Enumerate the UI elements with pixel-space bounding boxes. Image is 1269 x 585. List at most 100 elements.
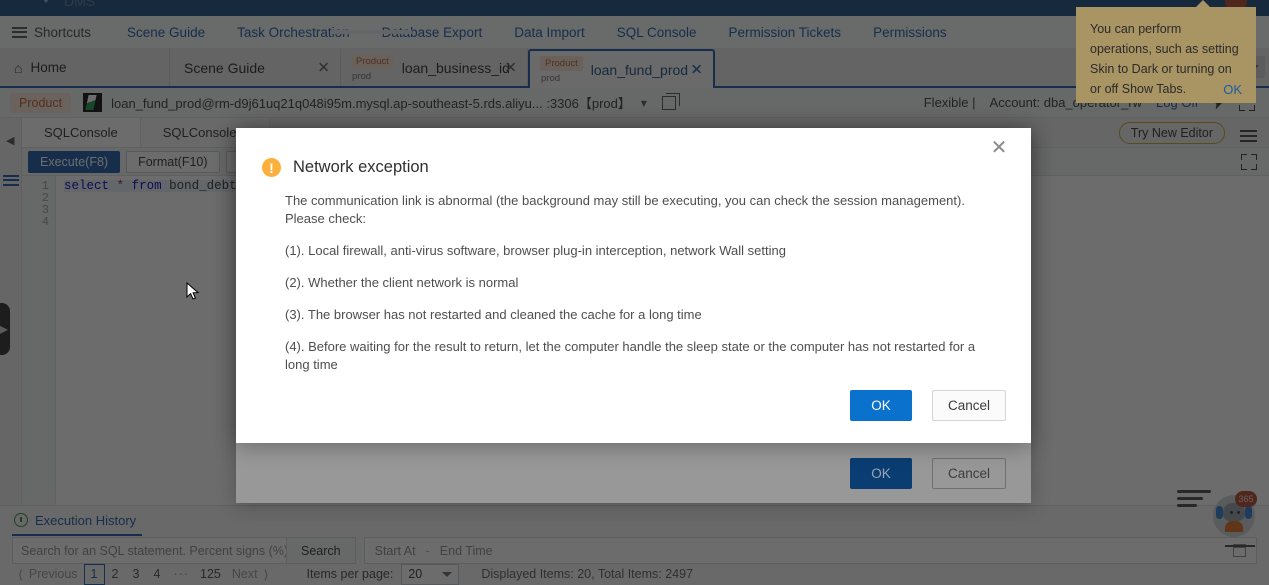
nav-item-data-import[interactable]: Data Import xyxy=(498,25,601,40)
nav-item-scene-guide[interactable]: Scene Guide xyxy=(111,25,221,40)
assistant-lines-decoration xyxy=(1177,486,1211,511)
date-range-picker[interactable]: Start At - End Time xyxy=(363,537,1257,564)
network-exception-dialog: ✕ ! Network exception The communication … xyxy=(236,128,1031,443)
sql-search-input[interactable]: Search for an SQL statement. Percent sig… xyxy=(12,537,287,564)
tooltip-arrow xyxy=(1195,0,1211,8)
dialog-paragraph-1: (1). Local firewall, anti-virus software… xyxy=(285,243,786,258)
format-button[interactable]: Format(F10) xyxy=(126,150,220,173)
next-label: Next xyxy=(231,567,258,581)
cancel-button[interactable]: Cancel xyxy=(932,390,1006,421)
application-window: DMS Shortcuts Scene Guide Task Orchestra… xyxy=(0,0,1269,585)
page-button-last[interactable]: 125 xyxy=(195,564,226,585)
previous-label: Previous xyxy=(28,567,78,581)
skin-settings-tooltip: You can perform operations, such as sett… xyxy=(1076,0,1256,103)
execution-history-label: Execution History xyxy=(35,512,137,528)
tab-home-label: Home xyxy=(30,60,67,75)
connection-mode: Flexible | xyxy=(923,95,976,110)
background-dialog-ok-button[interactable]: OK xyxy=(850,457,912,489)
dialog-paragraph-2: (2). Whether the client network is norma… xyxy=(285,275,519,290)
connection-product-chip: Product xyxy=(10,92,72,113)
editor-fullscreen-icon[interactable] xyxy=(1241,154,1257,170)
assistant-eye-right xyxy=(1237,511,1240,514)
search-button[interactable]: Search xyxy=(287,537,356,564)
warning-icon: ! xyxy=(262,158,281,177)
tab-env-group: Product prod xyxy=(351,53,394,82)
execution-history-filters: Search for an SQL statement. Percent sig… xyxy=(12,537,1257,564)
tab-scene-guide-label: Scene Guide xyxy=(184,59,265,76)
items-per-page-label: Items per page: xyxy=(306,567,394,581)
page-button-4[interactable]: 4 xyxy=(147,564,168,585)
svg-text:DMS: DMS xyxy=(64,0,95,9)
sql-keyword-from: from xyxy=(131,179,162,193)
assistant-body-icon xyxy=(1225,521,1243,532)
page-button-3[interactable]: 3 xyxy=(126,564,147,585)
env-label: prod xyxy=(541,72,561,84)
dialog-paragraph-4: (4). Before waiting for the result to re… xyxy=(285,339,976,372)
tab-loan-fund-prod-label: loan_fund_prod xyxy=(590,61,689,78)
dialog-paragraph-3: (3). The browser has not restarted and c… xyxy=(285,307,702,322)
execution-history-panel: Execution History Search for an SQL stat… xyxy=(0,490,1269,585)
sql-star: * xyxy=(116,179,125,193)
dialog-title: Network exception xyxy=(293,158,429,176)
nav-active-indicator xyxy=(332,30,412,34)
shortcuts-label: Shortcuts xyxy=(34,24,92,40)
nav-item-sql-console[interactable]: SQL Console xyxy=(601,25,713,40)
assistant-eye-left xyxy=(1230,511,1233,514)
close-icon[interactable]: ✕ xyxy=(987,136,1011,160)
range-separator: - xyxy=(425,543,430,558)
line-number-gutter: 1 2 3 4 xyxy=(22,176,56,517)
items-per-page-value: 20 xyxy=(408,567,423,581)
headphone-left-icon xyxy=(1216,506,1223,519)
copy-icon[interactable] xyxy=(661,92,680,110)
tab-loan-fund-prod[interactable]: Product prod loan_fund_prod ✕ xyxy=(528,49,715,88)
pagination: ⟨ Previous 1 2 3 4 ··· 125 Next ⟩ Items … xyxy=(12,563,1257,585)
page-button-1[interactable]: 1 xyxy=(83,563,105,585)
dialog-body: The communication link is abnormal (the … xyxy=(285,192,1001,388)
collapse-left-icon[interactable]: ◀ xyxy=(6,134,14,147)
mouse-cursor xyxy=(186,282,200,300)
dms-logo-icon: DMS xyxy=(34,0,154,16)
pagination-stats: Displayed Items: 20, Total Items: 2497 xyxy=(481,567,694,581)
tab-loan-business-id[interactable]: Product prod loan_business_id ✕ xyxy=(341,49,528,86)
previous-page-button[interactable]: ⟨ Previous xyxy=(12,567,84,582)
chevron-down-icon xyxy=(442,571,453,577)
env-label: prod xyxy=(352,70,372,82)
database-icon xyxy=(83,93,103,112)
close-icon[interactable]: ✕ xyxy=(317,60,330,75)
background-dialog-footer: OK Cancel xyxy=(236,443,1031,503)
execution-history-tab[interactable]: Execution History xyxy=(12,506,143,536)
dialog-footer: OK Cancel xyxy=(850,390,1006,421)
tab-scene-guide[interactable]: Scene Guide ✕ xyxy=(170,49,341,86)
dialog-title-row: ! Network exception xyxy=(262,158,429,177)
assistant-track-decoration xyxy=(1225,545,1255,547)
page-ellipsis: ··· xyxy=(173,567,190,581)
nav-item-permission-tickets[interactable]: Permission Tickets xyxy=(713,25,858,40)
product-chip: Product xyxy=(351,53,394,69)
page-button-2[interactable]: 2 xyxy=(105,564,126,585)
dialog-paragraph-intro: The communication link is abnormal (the … xyxy=(285,193,965,226)
chevron-down-icon[interactable]: ▾ xyxy=(641,96,647,110)
console-tab-sqlconsole[interactable]: SQLConsole xyxy=(22,118,141,147)
execute-button[interactable]: Execute(F8) xyxy=(28,150,121,173)
shortcuts-button[interactable]: Shortcuts xyxy=(12,24,91,40)
close-icon[interactable]: ✕ xyxy=(690,62,703,77)
try-new-editor-button[interactable]: Try New Editor xyxy=(1118,122,1225,144)
headphone-right-icon xyxy=(1245,506,1252,519)
support-assistant-button[interactable]: 365 xyxy=(1213,491,1257,537)
hamburger-icon xyxy=(12,24,27,40)
next-page-button[interactable]: Next ⟩ xyxy=(226,567,275,582)
items-per-page-select[interactable]: 20 xyxy=(401,563,460,585)
tooltip-ok-button[interactable]: OK xyxy=(1223,82,1242,97)
ok-button[interactable]: OK xyxy=(850,390,912,421)
close-icon[interactable]: ✕ xyxy=(504,60,517,75)
connection-string: loan_fund_prod@rm-d9j61uq21q048i95m.mysq… xyxy=(111,96,631,111)
console-menu-icon[interactable] xyxy=(1240,127,1257,145)
expand-sidebar-handle[interactable]: ▶ xyxy=(0,303,10,355)
tab-home[interactable]: ⌂ Home xyxy=(0,49,170,86)
nav-item-permissions[interactable]: Permissions xyxy=(857,25,963,40)
toggle-panel-icon[interactable] xyxy=(3,172,19,186)
background-dialog-cancel-button[interactable]: Cancel xyxy=(932,457,1006,489)
end-time-input[interactable]: End Time xyxy=(440,544,493,558)
sql-keyword-select: select xyxy=(64,179,110,193)
start-at-input[interactable]: Start At xyxy=(375,544,416,558)
